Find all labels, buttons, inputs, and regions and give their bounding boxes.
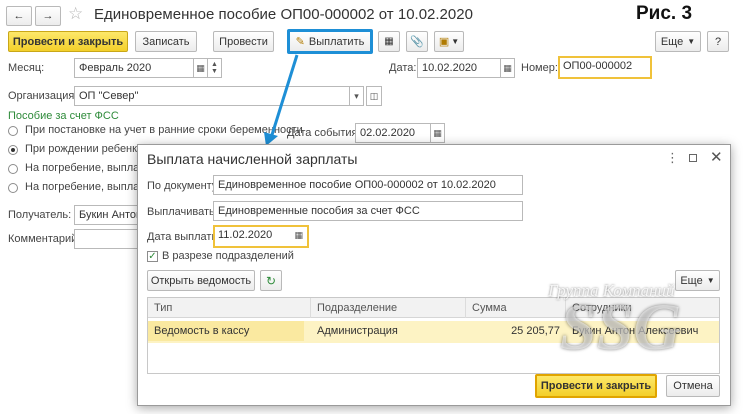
calendar-icon[interactable]: ▦ bbox=[501, 58, 515, 78]
date-label: Дата: bbox=[389, 62, 417, 74]
stepper-up-icon: ▲ bbox=[211, 61, 218, 68]
recipient-field[interactable]: Букин Антон bbox=[74, 205, 144, 225]
cell-type: Ведомость в кассу bbox=[148, 321, 304, 341]
doc-label: По документу: bbox=[147, 180, 221, 192]
pay-doc-icon: ✎ bbox=[295, 36, 305, 48]
create-based-button[interactable]: ▣ ▼ bbox=[434, 31, 464, 52]
document-icon: ▣ bbox=[438, 36, 450, 48]
maximize-icon[interactable] bbox=[689, 154, 697, 162]
date-field[interactable]: 10.02.2020 bbox=[417, 58, 501, 78]
option-funeral-2: На погребение, выплачи bbox=[25, 181, 151, 193]
chevron-down-icon: ▼ bbox=[706, 276, 715, 285]
number-field[interactable]: ОП00-000002 bbox=[558, 56, 652, 79]
comment-field[interactable] bbox=[74, 229, 144, 249]
radio-childbirth[interactable] bbox=[8, 145, 18, 155]
paperclip-icon: 📎 bbox=[410, 36, 424, 48]
recipient-label: Получатель: bbox=[8, 209, 72, 221]
open-sheet-button[interactable]: Открыть ведомость bbox=[147, 270, 255, 291]
number-label: Номер: bbox=[521, 62, 558, 74]
close-icon[interactable]: ✕ bbox=[710, 148, 723, 166]
watermark-logo: SSG bbox=[560, 291, 682, 364]
month-stepper[interactable]: ▲ ▼ bbox=[208, 58, 222, 78]
calendar-icon[interactable]: ▦ bbox=[294, 230, 303, 241]
dialog-more-label: Еще bbox=[680, 274, 703, 287]
organization-label: Организация: bbox=[8, 90, 78, 102]
month-label: Месяц: bbox=[8, 62, 45, 74]
option-childbirth: При рождении ребенка bbox=[25, 143, 144, 155]
by-dept-checkbox[interactable]: ✓ bbox=[147, 251, 158, 262]
payment-dialog: Выплата начисленной зарплаты ⋮ ✕ По доку… bbox=[137, 144, 731, 406]
save-button[interactable]: Записать bbox=[135, 31, 197, 52]
open-org-icon[interactable]: ◫ bbox=[366, 86, 382, 106]
arrow-left-icon: ← bbox=[13, 10, 25, 22]
dialog-more-button[interactable]: Еще ▼ bbox=[675, 270, 720, 291]
refresh-icon: ↻ bbox=[265, 273, 277, 288]
comment-label: Комментарий: bbox=[8, 233, 81, 245]
dialog-post-close-button[interactable]: Провести и закрыть bbox=[535, 374, 657, 398]
doc-field: Единовременное пособие ОП00-000002 от 10… bbox=[213, 175, 523, 195]
radio-early-pregnancy[interactable] bbox=[8, 126, 18, 136]
pay-date-value: 11.02.2020 bbox=[218, 229, 273, 241]
help-button[interactable]: ? bbox=[707, 31, 729, 52]
pay-field[interactable]: Единовременные пособия за счет ФСС bbox=[213, 201, 523, 221]
post-button[interactable]: Провести bbox=[213, 31, 274, 52]
fss-section-title: Пособие за счет ФСС bbox=[8, 110, 119, 122]
more-label: Еще bbox=[660, 35, 684, 48]
pay-button-label: Выплатить bbox=[308, 35, 365, 48]
figure-label: Рис. 3 bbox=[636, 3, 693, 24]
cell-department: Администрация bbox=[317, 325, 398, 337]
col-amount[interactable]: Сумма bbox=[466, 298, 566, 318]
event-date-field[interactable]: 02.02.2020 bbox=[355, 123, 431, 143]
chevron-down-icon: ▼ bbox=[451, 37, 460, 46]
pay-button[interactable]: ✎ Выплатить bbox=[287, 29, 373, 54]
dialog-title: Выплата начисленной зарплаты bbox=[147, 151, 358, 167]
dialog-menu-icon[interactable]: ⋮ bbox=[666, 150, 679, 166]
chevron-down-icon: ▼ bbox=[687, 37, 696, 46]
attach-button[interactable]: 📎 bbox=[406, 31, 428, 52]
organization-field[interactable]: ОП "Север" bbox=[74, 86, 350, 106]
option-early-pregnancy: При постановке на учет в ранние сроки бе… bbox=[25, 124, 303, 136]
calculator-icon-button[interactable]: ▦ bbox=[378, 31, 400, 52]
arrow-right-icon: → bbox=[42, 10, 54, 22]
back-button[interactable]: ← bbox=[6, 6, 32, 26]
pay-label: Выплачивать: bbox=[147, 206, 218, 218]
more-button[interactable]: Еще ▼ bbox=[655, 31, 701, 52]
radio-funeral-2[interactable] bbox=[8, 183, 18, 193]
window-title: Единовременное пособие ОП00-000002 от 10… bbox=[94, 6, 473, 23]
stepper-down-icon: ▼ bbox=[211, 68, 218, 75]
dialog-post-close-label: Провести и закрыть bbox=[540, 380, 652, 392]
dropdown-icon[interactable]: ▾ bbox=[350, 86, 364, 106]
pay-date-label: Дата выплаты: bbox=[147, 231, 223, 243]
month-field[interactable]: Февраль 2020 bbox=[74, 58, 194, 78]
col-department[interactable]: Подразделение bbox=[311, 298, 466, 318]
pay-date-field[interactable]: 11.02.2020 ▦ bbox=[213, 225, 309, 248]
cancel-button[interactable]: Отмена bbox=[666, 375, 720, 397]
calculator-icon: ▦ bbox=[384, 36, 394, 47]
calendar-icon[interactable]: ▦ bbox=[431, 123, 445, 143]
post-and-close-button[interactable]: Провести и закрыть bbox=[8, 31, 128, 52]
col-type[interactable]: Тип bbox=[148, 298, 311, 318]
option-funeral-1: На погребение, выплачи bbox=[25, 162, 151, 174]
star-icon[interactable]: ☆ bbox=[68, 4, 83, 24]
refresh-button[interactable]: ↻ bbox=[260, 270, 282, 291]
by-dept-label: В разрезе подразделений bbox=[162, 250, 294, 262]
radio-funeral-1[interactable] bbox=[8, 164, 18, 174]
forward-button[interactable]: → bbox=[35, 6, 61, 26]
cell-amount: 25 205,77 bbox=[511, 325, 560, 337]
event-date-label: Дата события: bbox=[287, 127, 361, 139]
calendar-icon[interactable]: ▦ bbox=[194, 58, 208, 78]
